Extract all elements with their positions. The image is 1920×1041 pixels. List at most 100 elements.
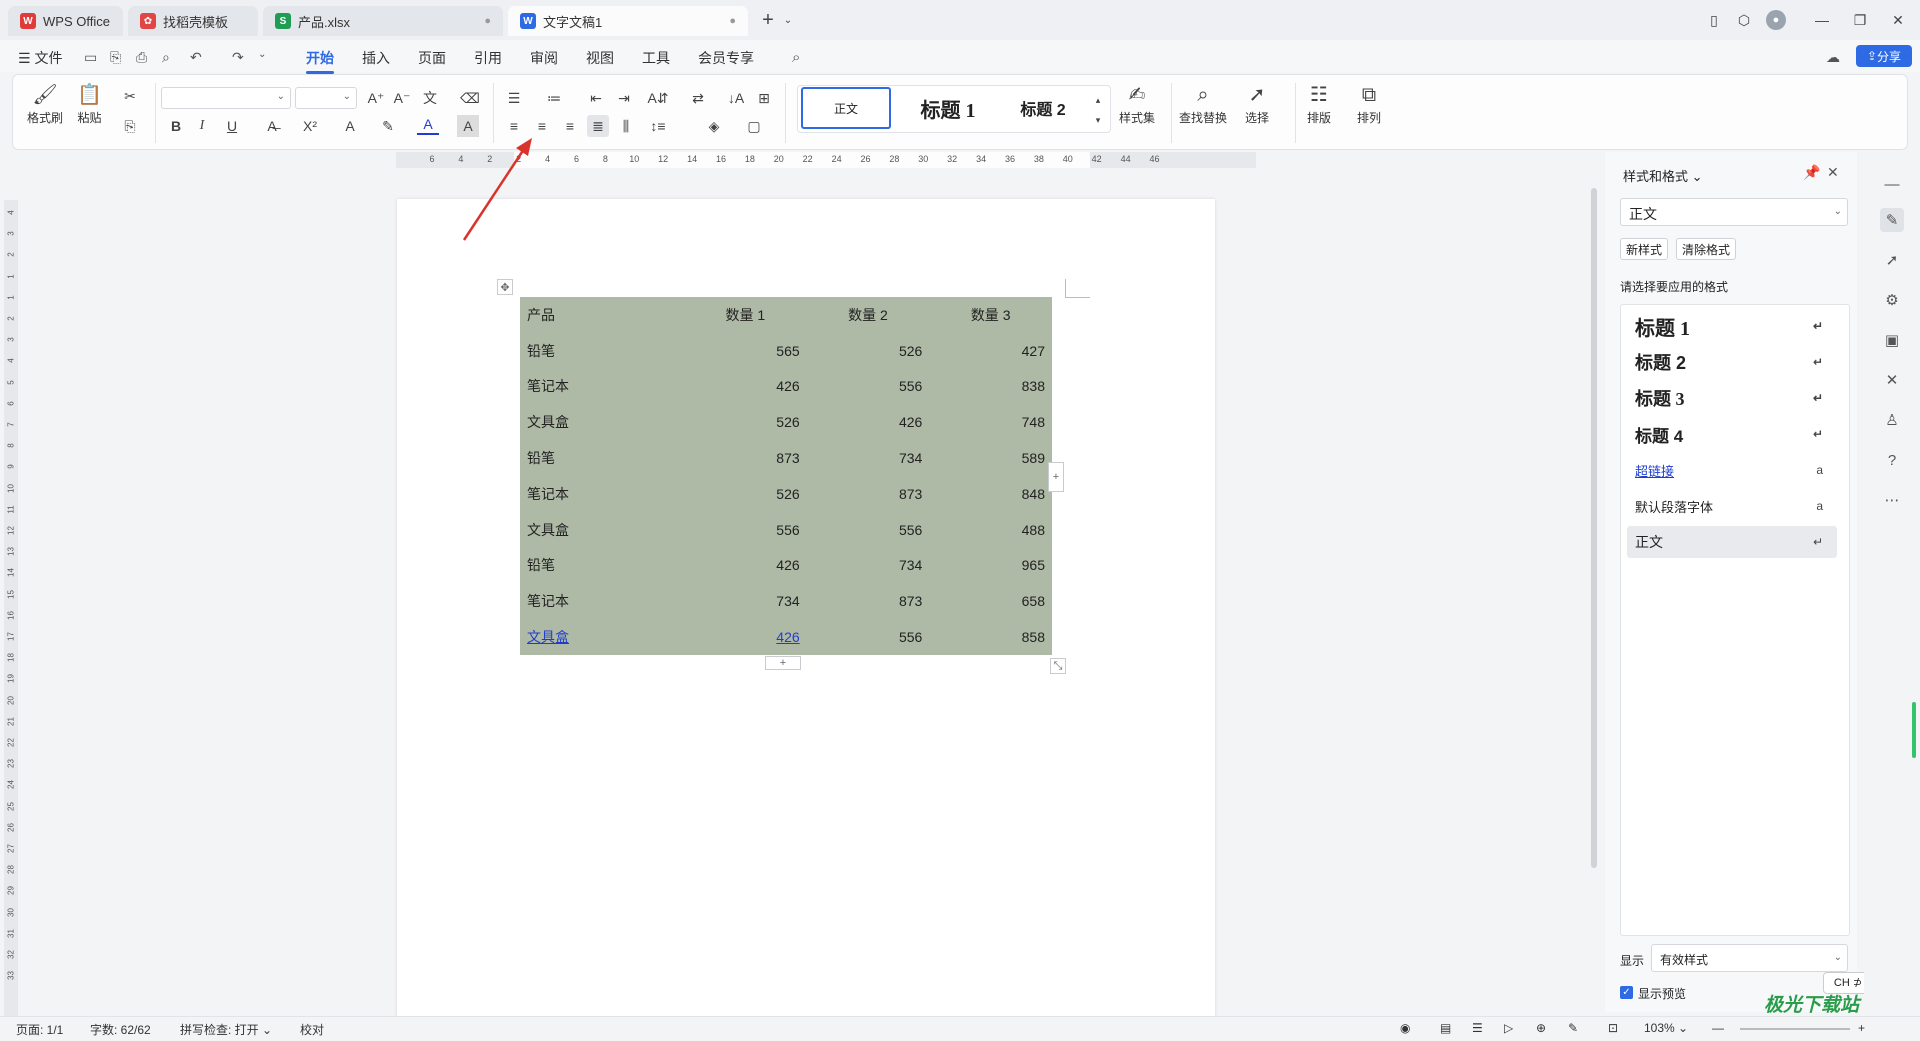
style-item-default-font[interactable]: 默认段落字体 a <box>1627 490 1837 522</box>
phonetic-icon[interactable]: 文 <box>419 87 441 109</box>
table-cell[interactable]: 873 <box>684 440 807 476</box>
table-cell[interactable]: 556 <box>684 512 807 548</box>
table-cell[interactable]: 838 <box>929 369 1052 405</box>
add-column-button[interactable]: + <box>1048 462 1064 492</box>
align-right-icon[interactable]: ≡ <box>559 115 581 137</box>
table-cell[interactable]: 铅笔 <box>520 548 684 584</box>
numbered-list-icon[interactable]: ≔ <box>543 87 565 109</box>
zoom-out-icon[interactable]: — <box>1712 1021 1724 1035</box>
shirt-icon[interactable]: ♙ <box>1880 408 1904 432</box>
minimize-panel-icon[interactable]: — <box>1880 172 1904 196</box>
scroll-indicator[interactable] <box>1912 702 1916 758</box>
style-item-heading-1[interactable]: 标题 1 ↵ <box>1627 310 1837 342</box>
vertical-ruler[interactable]: 4 3 2 1 1 2 3 4 5 6 7 8 9 10 11 12 13 14 15 16 17 18 19 20 21 22 2… <box>4 200 18 1020</box>
highlight-icon[interactable]: ✎ <box>377 115 399 137</box>
table-cell[interactable]: 748 <box>929 404 1052 440</box>
share-button[interactable]: ⇪ 分享 <box>1856 45 1912 67</box>
minimize-icon[interactable]: — <box>1810 8 1834 32</box>
tab-writer-document[interactable]: W 文字文稿1 ● <box>508 6 748 36</box>
style-normal[interactable]: 正文 <box>801 87 891 129</box>
web-view-icon[interactable]: ⊕ <box>1536 1021 1546 1035</box>
table-cell[interactable]: 848 <box>929 476 1052 512</box>
table-cell[interactable]: 556 <box>807 619 930 655</box>
style-item-hyperlink[interactable]: 超链接 a <box>1627 454 1837 486</box>
table-cell[interactable]: 426 <box>684 369 807 405</box>
cut-icon[interactable]: ✂ <box>119 85 141 107</box>
panel-close-icon[interactable]: ✕ <box>1827 164 1839 181</box>
table-cell[interactable]: 文具盒 <box>520 512 684 548</box>
preview-checkbox[interactable]: ✓ <box>1620 986 1633 999</box>
new-style-button[interactable]: 新样式 <box>1620 238 1669 260</box>
menu-view[interactable]: 视图 <box>586 48 614 68</box>
bullet-list-icon[interactable]: ☰ <box>503 87 525 109</box>
tab-close-dot-icon[interactable]: ● <box>484 15 491 27</box>
table-cell[interactable]: 426 <box>807 404 930 440</box>
table-cell[interactable]: 734 <box>807 548 930 584</box>
table-cell[interactable]: 526 <box>807 333 930 369</box>
tab-spreadsheet[interactable]: S 产品.xlsx ● <box>263 6 503 36</box>
adjust-icon[interactable]: ⚙ <box>1880 288 1904 312</box>
table-cell-hyperlink[interactable]: 426 <box>776 629 799 645</box>
page-view-icon[interactable]: ▤ <box>1440 1021 1451 1035</box>
document-scrollbar[interactable] <box>1589 152 1599 1012</box>
table-cell[interactable]: 488 <box>929 512 1052 548</box>
file-menu[interactable]: ☰ 文件 <box>18 48 62 68</box>
table-cell[interactable]: 文具盒 <box>520 619 684 655</box>
word-count[interactable]: 字数: 62/62 <box>90 1021 151 1038</box>
export-icon[interactable]: ⎘ <box>110 49 121 66</box>
table-cell[interactable]: 笔记本 <box>520 583 684 619</box>
style-item-heading-2[interactable]: 标题 2 ↵ <box>1627 346 1837 378</box>
font-size-select[interactable]: ⌄ <box>295 87 357 109</box>
zoom-in-icon[interactable]: + <box>1858 1021 1865 1035</box>
menu-home[interactable]: 开始 <box>306 48 334 74</box>
spell-check-status[interactable]: 拼写检查: 打开 ⌄ <box>180 1021 272 1038</box>
table-cell[interactable]: 426 <box>684 548 807 584</box>
paste-button[interactable]: 📋 粘贴 <box>77 81 102 126</box>
italic-button[interactable]: I <box>191 115 213 137</box>
table-cell[interactable]: 526 <box>684 404 807 440</box>
menu-member[interactable]: 会员专享 <box>698 48 754 68</box>
clear-format-icon[interactable]: ⌫ <box>459 87 481 109</box>
table-cell[interactable]: 427 <box>929 333 1052 369</box>
data-table[interactable]: 产品 数量 1 数量 2 数量 3 铅笔 565 526 427 笔记本 426 556 838 文具盒… <box>520 297 1052 655</box>
table-header-cell[interactable]: 数量 3 <box>929 297 1052 333</box>
select-button[interactable]: ➚ 选择 <box>1245 81 1269 126</box>
format-painter-button[interactable]: 🖌 格式刷 <box>27 81 63 126</box>
gallery-up-icon[interactable]: ▴ <box>1087 89 1109 111</box>
zoom-slider[interactable] <box>1740 1028 1850 1030</box>
sort-icon[interactable]: ↓A <box>725 87 747 109</box>
redo-icon[interactable]: ↷ <box>232 49 244 66</box>
tools-icon[interactable]: ✕ <box>1880 368 1904 392</box>
eye-icon[interactable]: ◉ <box>1400 1021 1410 1035</box>
table-cell[interactable]: 文具盒 <box>520 404 684 440</box>
underline-button[interactable]: U <box>221 115 243 137</box>
text-direction-icon[interactable]: A⇵ <box>647 87 669 109</box>
table-cell[interactable]: 734 <box>684 583 807 619</box>
pen-icon[interactable]: ✎ <box>1568 1021 1578 1035</box>
outline-view-icon[interactable]: ☰ <box>1472 1021 1483 1035</box>
current-style-select[interactable]: 正文 ⌄ <box>1620 198 1848 226</box>
add-row-button[interactable]: + <box>765 656 801 670</box>
increase-indent-icon[interactable]: ⇥ <box>613 87 635 109</box>
document-page[interactable]: ✥ 产品 数量 1 数量 2 数量 3 铅笔 565 526 427 笔记本 426 556 838 文… <box>397 199 1215 1019</box>
image-edit-icon[interactable]: ▣ <box>1880 328 1904 352</box>
style-item-heading-3[interactable]: 标题 3 ↵ <box>1627 382 1837 414</box>
pin-icon[interactable]: 📌 <box>1803 164 1820 181</box>
style-item-heading-4[interactable]: 标题 4 ↵ <box>1627 418 1837 450</box>
table-cell[interactable]: 658 <box>929 583 1052 619</box>
tab-close-dot-icon[interactable]: ● <box>729 15 736 27</box>
show-marks-icon[interactable]: ⊞ <box>753 87 775 109</box>
text-effect-icon[interactable]: A <box>339 115 361 137</box>
arrange-button[interactable]: ⧉ 排列 <box>1357 81 1381 126</box>
fit-page-icon[interactable]: ⊡ <box>1608 1021 1618 1035</box>
table-cell[interactable]: 873 <box>807 583 930 619</box>
table-cell-hyperlink[interactable]: 文具盒 <box>527 629 569 645</box>
table-cell[interactable]: 873 <box>807 476 930 512</box>
cube-icon[interactable]: ⬡ <box>1732 8 1756 32</box>
bold-button[interactable]: B <box>165 115 187 137</box>
undo-icon[interactable]: ↶ <box>190 49 202 66</box>
menu-insert[interactable]: 插入 <box>362 48 390 68</box>
menu-review[interactable]: 审阅 <box>530 48 558 68</box>
tab-docer[interactable]: ✿ 找稻壳模板 <box>128 6 258 36</box>
restore-icon[interactable]: ❐ <box>1848 8 1872 32</box>
